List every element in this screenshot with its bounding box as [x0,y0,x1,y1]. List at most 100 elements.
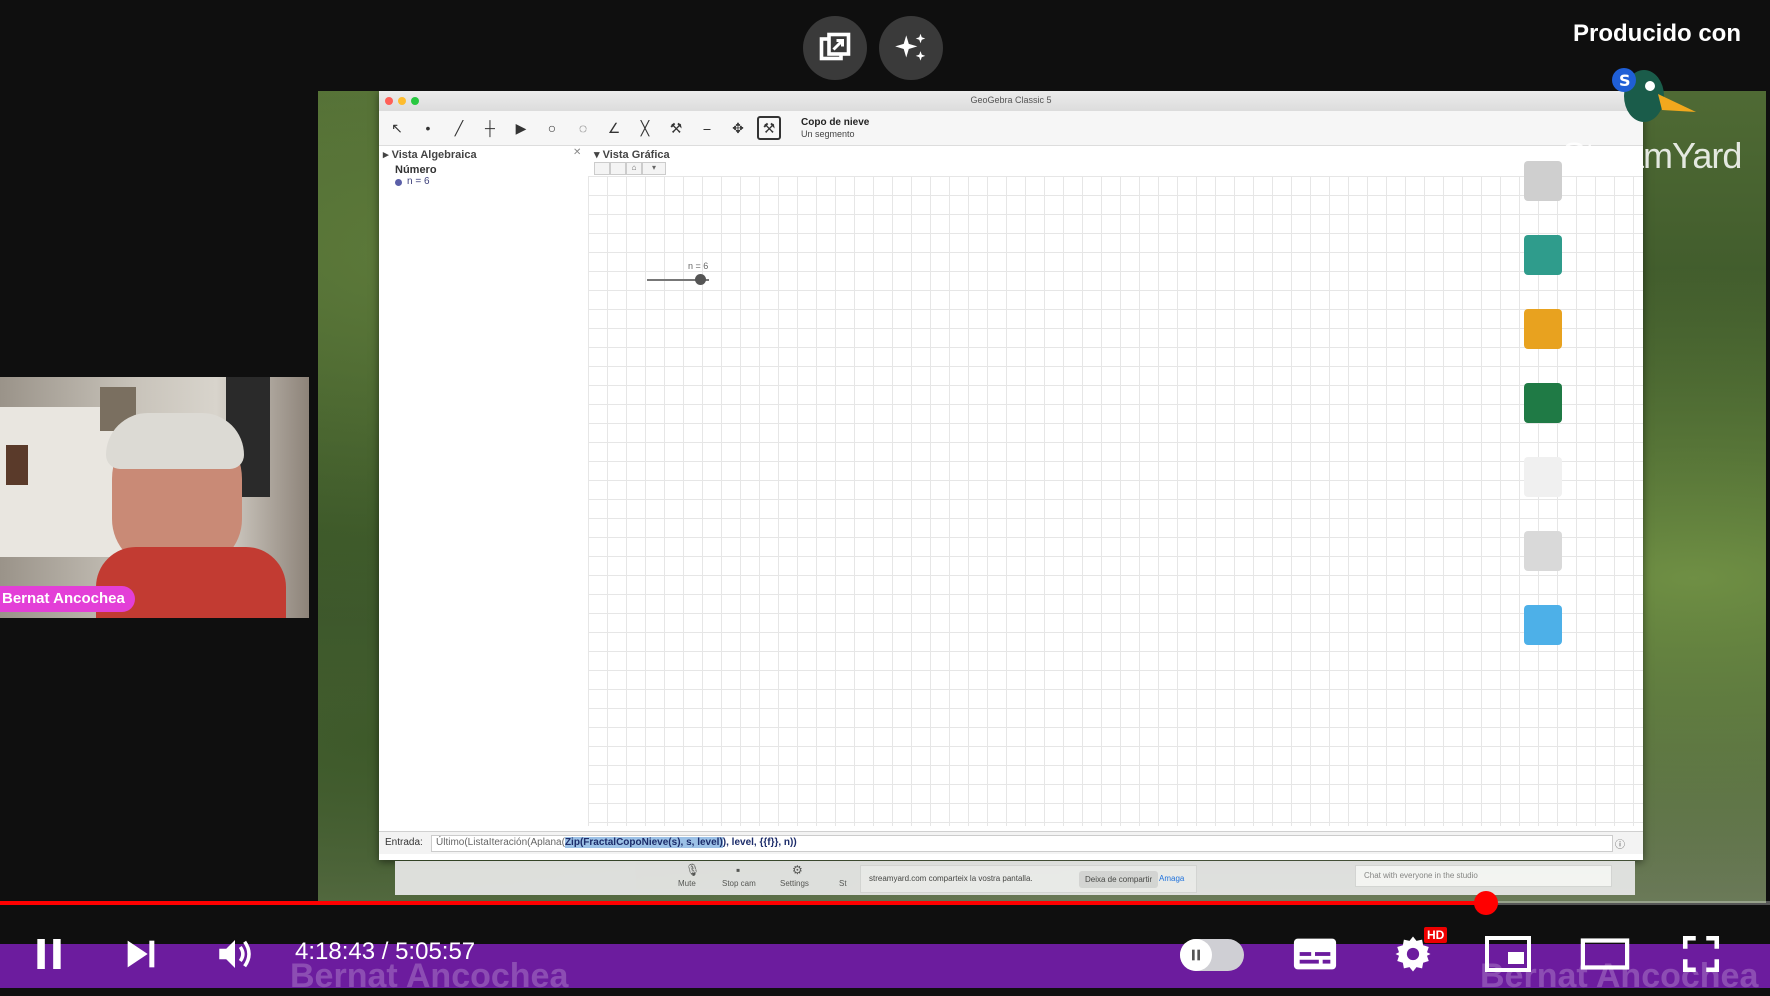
slider-tool-icon[interactable]: ⎯ [695,116,719,140]
slider-label: n = 6 [688,261,709,271]
graphics-view-title: Vista Gráfica [602,149,670,161]
point-tool-icon[interactable]: • [416,116,440,140]
hd-badge: HD [1424,927,1448,943]
volume-button[interactable] [210,931,260,977]
window-title: GeoGebra Classic 5 [970,95,1052,105]
reflect-tool-icon[interactable]: ╳ [633,116,657,140]
input-text-selection: Zip(FractalCopoNieve(s), s, level) [564,837,723,848]
input-help-icon[interactable]: ⓘ [1615,836,1625,851]
point-capture-dropdown[interactable]: ▾ [642,162,666,175]
window-titlebar: GeoGebra Classic 5 [379,91,1643,112]
algebra-category: Número [395,164,437,176]
autoplay-knob [1180,939,1212,971]
tool-description: Un segmento [801,129,855,139]
shelf-books [6,445,28,485]
popout-button[interactable] [803,16,867,80]
collapse-icon: ▸ [383,149,392,161]
subtitles-icon [1293,938,1337,970]
algebra-view: ▸ Vista Algebraica ✕ Número n = 6 [379,146,589,826]
algebra-view-title: Vista Algebraica [391,149,477,161]
polygon-tool-icon[interactable]: ▶ [509,116,533,140]
move-view-tool-icon[interactable]: ✥ [726,116,750,140]
excel-file-icon[interactable] [1524,383,1562,423]
webcam-feed: Bernat Ancochea [0,377,309,618]
share-notice-text: streamyard.com comparteix la vostra pant… [869,874,1033,883]
graphics-view-headerbar [588,146,1643,176]
home-view-button[interactable]: ⌂ [626,162,642,175]
person-hair [106,413,244,469]
collapse-icon: ▾ [594,149,603,161]
geogebra-toolbar: ↖ • ╱ ┼ ▶ ○ ◌ ∠ ╳ ⚒ ⎯ ✥ ⚒ Copo de nieve … [379,111,1643,146]
miniplayer-button[interactable] [1482,932,1534,976]
streamyard-controls: 🎙 Mute ▪ Stop cam ⚙ Settings St streamya… [395,861,1635,895]
time-display: 4:18:43 / 5:05:57 [295,938,476,965]
ai-sparkle-button[interactable] [879,16,943,80]
stop-sharing-button[interactable]: Deixa de compartir [1079,871,1159,888]
grid-toggle-button[interactable] [610,162,626,175]
streamyard-mascot-logo: S [1610,60,1696,126]
angle-tool-icon[interactable]: ∠ [602,116,626,140]
pause-small-icon [1192,949,1200,961]
streamyard-watermark: StreamYard [1562,135,1742,176]
pause-icon [37,939,61,969]
speaker-name-tag: Bernat Ancochea [0,586,135,612]
custom-tool-icon[interactable]: ⚒ [664,116,688,140]
miniplayer-icon [1485,936,1531,972]
chat-placeholder: Chat with everyone in the studio [1364,871,1478,880]
fullscreen-icon [1682,935,1720,973]
active-custom-tool-icon[interactable]: ⚒ [757,116,781,140]
ellipse-tool-icon[interactable]: ◌ [571,116,595,140]
chat-input[interactable]: Chat with everyone in the studio [1355,865,1612,887]
theater-mode-button[interactable] [1578,932,1632,976]
skip-next-icon [127,940,155,968]
line-tool-icon[interactable]: ╱ [447,116,471,140]
time-machine-icon[interactable] [1524,235,1562,275]
visibility-toggle-icon[interactable] [395,179,402,186]
screenshot-icon[interactable] [1524,531,1562,571]
pause-button[interactable] [24,931,74,977]
input-text-post: ), level, {{f}}, n)) [722,837,797,848]
algebra-view-header[interactable]: ▸ Vista Algebraica [383,148,477,161]
volume-icon [219,940,251,968]
close-view-icon[interactable]: ✕ [573,147,581,158]
microphone-icon[interactable]: 🎙 [685,863,700,877]
input-label: Entrada: [385,837,423,848]
circle-tool-icon[interactable]: ○ [540,116,564,140]
screen-share-notice: streamyard.com comparteix la vostra pant… [860,865,1197,893]
input-text-pre: Último(ListaIteración(Aplana( [436,837,565,848]
camera-icon[interactable]: ▪ [736,863,740,877]
graphics-view-header[interactable]: ▾ Vista Gráfica [594,148,670,161]
drive-icon[interactable] [1524,161,1562,201]
slider-knob[interactable] [695,274,706,285]
svg-text:S: S [1619,71,1631,90]
settings-icon[interactable]: ⚙ [792,863,803,877]
tool-name: Copo de nieve [801,117,870,128]
input-bar: Entrada: Último(ListaIteración(Aplana(Zi… [379,831,1643,854]
move-tool-icon[interactable]: ↖ [385,116,409,140]
fullscreen-button[interactable] [1676,932,1726,976]
share-button[interactable]: St [839,879,847,888]
input-text: Último(ListaIteración(Aplana(Zip(Fractal… [436,837,797,848]
popout-icon [819,32,851,61]
graphics-view[interactable]: ▾ Vista Gráfica ⌂ ▾ n = 6 [588,146,1643,826]
hide-notice-link[interactable]: Amaga [1159,874,1184,883]
algebra-item[interactable]: n = 6 [407,176,430,187]
mute-button[interactable]: Mute [678,879,696,888]
theater-icon [1580,938,1630,970]
folder-icon[interactable] [1524,309,1562,349]
sparkle-icon [895,33,926,61]
progress-scrubber[interactable] [1474,891,1499,915]
input-field[interactable]: Último(ListaIteración(Aplana(Zip(Fractal… [431,835,1613,852]
geogebra-window: GeoGebra Classic 5 ↖ • ╱ ┼ ▶ ○ ◌ ∠ ╳ ⚒ ⎯… [379,91,1643,860]
progress-played [0,901,1487,905]
subtitles-button[interactable] [1290,932,1340,976]
next-button[interactable] [116,931,166,977]
settings-button[interactable]: Settings [780,879,809,888]
axes-toggle-button[interactable] [594,162,610,175]
blue-folder-icon[interactable] [1524,605,1562,645]
autoplay-toggle[interactable] [1180,939,1244,971]
perpendicular-tool-icon[interactable]: ┼ [478,116,502,140]
document-icon[interactable] [1524,457,1562,497]
stop-cam-button[interactable]: Stop cam [722,879,756,888]
produced-with-label: Producido con [1573,20,1741,47]
